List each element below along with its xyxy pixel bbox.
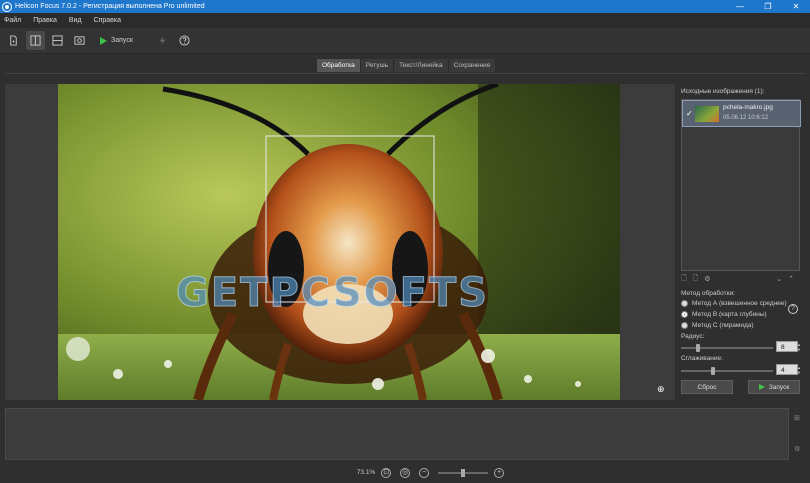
menu-file[interactable]: Файл — [4, 17, 21, 24]
zoom-level: 73.1% — [356, 469, 376, 476]
divider — [5, 73, 805, 74]
mode-tabs: Обработка Ретушь Текст/Линейка Сохранени… — [317, 59, 497, 72]
method-a-radio[interactable]: Метод А (взвешенное среднее) — [681, 300, 787, 307]
menu-edit[interactable]: Правка — [33, 17, 57, 24]
radius-slider[interactable] — [681, 344, 773, 352]
radius-label: Радиус: — [681, 333, 705, 340]
menu-help[interactable]: Справка — [94, 17, 121, 24]
split-vertical-icon[interactable] — [26, 31, 45, 50]
smoothing-spinbox[interactable]: 4 ▲ ▼ — [776, 364, 801, 375]
run-button-label: Запуск — [111, 37, 133, 44]
smoothing-slider[interactable] — [681, 367, 773, 375]
zoom-in-icon[interactable]: + — [494, 467, 505, 478]
method-c-radio[interactable]: Метод C (пирамида) — [681, 322, 754, 329]
remove-file-icon[interactable]: 🗋 — [693, 274, 699, 285]
slider-knob[interactable] — [696, 344, 700, 352]
watermark: GETPCSOFTS — [175, 270, 490, 317]
split-horizontal-icon[interactable] — [48, 31, 67, 50]
source-images-title: Исходные изображения (1): — [681, 88, 765, 95]
reset-button-label: Сброс — [697, 383, 717, 391]
add-file-icon[interactable]: 🗋 — [681, 274, 687, 285]
status-bar: 73.1% ⊡ ◎ − + — [0, 462, 810, 483]
tab-save[interactable]: Сохранение — [448, 59, 497, 72]
file-date: 05.06.12 10:6:12 — [723, 115, 769, 121]
radius-spinbox[interactable]: 8 ▲ ▼ — [776, 341, 801, 352]
new-file-icon[interactable] — [4, 31, 23, 50]
source-list[interactable]: ✓ pchela-makro.jpg 05.06.12 10:6:12 — [681, 99, 801, 271]
zoom-out-icon[interactable]: − — [419, 467, 430, 478]
reset-button[interactable]: Сброс — [681, 380, 733, 394]
file-name: pchela-makro.jpg — [723, 104, 773, 111]
zoom-knob[interactable] — [461, 468, 466, 477]
thumbnail — [695, 106, 719, 122]
window-title: Helicon Focus 7.0.2 - Регистрация выполн… — [15, 3, 205, 10]
list-tools: 🗋 🗋 ⚙ ⌄ ⌃ — [681, 273, 800, 285]
right-panel: Исходные изображения (1): ✓ pchela-makro… — [678, 84, 806, 400]
tab-text-ruler[interactable]: Текст/Линейка — [394, 59, 449, 72]
output-panel[interactable] — [5, 408, 789, 460]
chevron-up-icon[interactable]: ⌃ — [788, 275, 794, 283]
method-b-label: Метод B (карта глубины) — [692, 311, 767, 318]
fit-icon[interactable]: ⊡ — [381, 467, 392, 478]
method-a-label: Метод А (взвешенное среднее) — [692, 300, 787, 307]
radio-dot-selected — [681, 311, 688, 318]
maximize-button[interactable]: ❐ — [754, 0, 782, 13]
spin-arrows-icon[interactable]: ▲ ▼ — [797, 342, 803, 353]
app-logo-icon — [3, 2, 11, 11]
radius-value: 8 — [781, 344, 785, 351]
actual-size-icon[interactable]: ◎ — [400, 467, 411, 478]
help-icon[interactable]: ? — [788, 304, 798, 314]
zoom-icon[interactable]: ⊕ — [657, 384, 667, 394]
image-icon[interactable] — [70, 31, 89, 50]
smoothing-label: Сглаживание: — [681, 355, 723, 362]
help-icon[interactable] — [175, 31, 194, 50]
close-button[interactable]: ✕ — [782, 0, 810, 13]
run-button[interactable]: Запуск — [100, 36, 133, 45]
method-b-radio[interactable]: Метод B (карта глубины) — [681, 311, 767, 318]
method-title: Метод обработки: — [681, 290, 735, 297]
menu-bar: Файл Правка Вид Справка — [0, 13, 810, 28]
settings-icon[interactable]: ⚙ — [704, 275, 710, 283]
panel-gear-icon[interactable]: ⚙ — [794, 445, 800, 453]
toolbar: Запуск — [0, 28, 810, 54]
slider-knob[interactable] — [711, 367, 715, 375]
tab-processing[interactable]: Обработка — [317, 59, 361, 72]
run-button-panel[interactable]: Запуск — [748, 380, 800, 394]
minimize-button[interactable]: — — [726, 0, 754, 13]
chevron-down-icon[interactable]: ⌄ — [776, 275, 782, 283]
panel-settings-icon[interactable]: ⊞ — [794, 414, 800, 422]
smoothing-value: 4 — [781, 367, 785, 374]
image-viewer[interactable]: GETPCSOFTS ⊕ — [5, 84, 675, 400]
title-bar: Helicon Focus 7.0.2 - Регистрация выполн… — [0, 0, 810, 13]
lightning-icon[interactable] — [153, 31, 172, 50]
preview-image: GETPCSOFTS — [58, 84, 620, 400]
zoom-slider[interactable] — [438, 468, 489, 477]
radio-dot — [681, 300, 688, 307]
spin-arrows-icon[interactable]: ▲ ▼ — [797, 365, 803, 376]
menu-view[interactable]: Вид — [69, 17, 82, 24]
method-c-label: Метод C (пирамида) — [692, 322, 754, 329]
play-icon — [100, 36, 107, 45]
play-icon — [758, 384, 765, 390]
tab-retouch[interactable]: Ретушь — [360, 59, 395, 72]
run-button-label: Запуск — [768, 383, 790, 391]
list-item[interactable]: ✓ pchela-makro.jpg 05.06.12 10:6:12 — [682, 100, 801, 127]
radio-dot — [681, 322, 688, 329]
check-icon[interactable]: ✓ — [686, 109, 693, 118]
